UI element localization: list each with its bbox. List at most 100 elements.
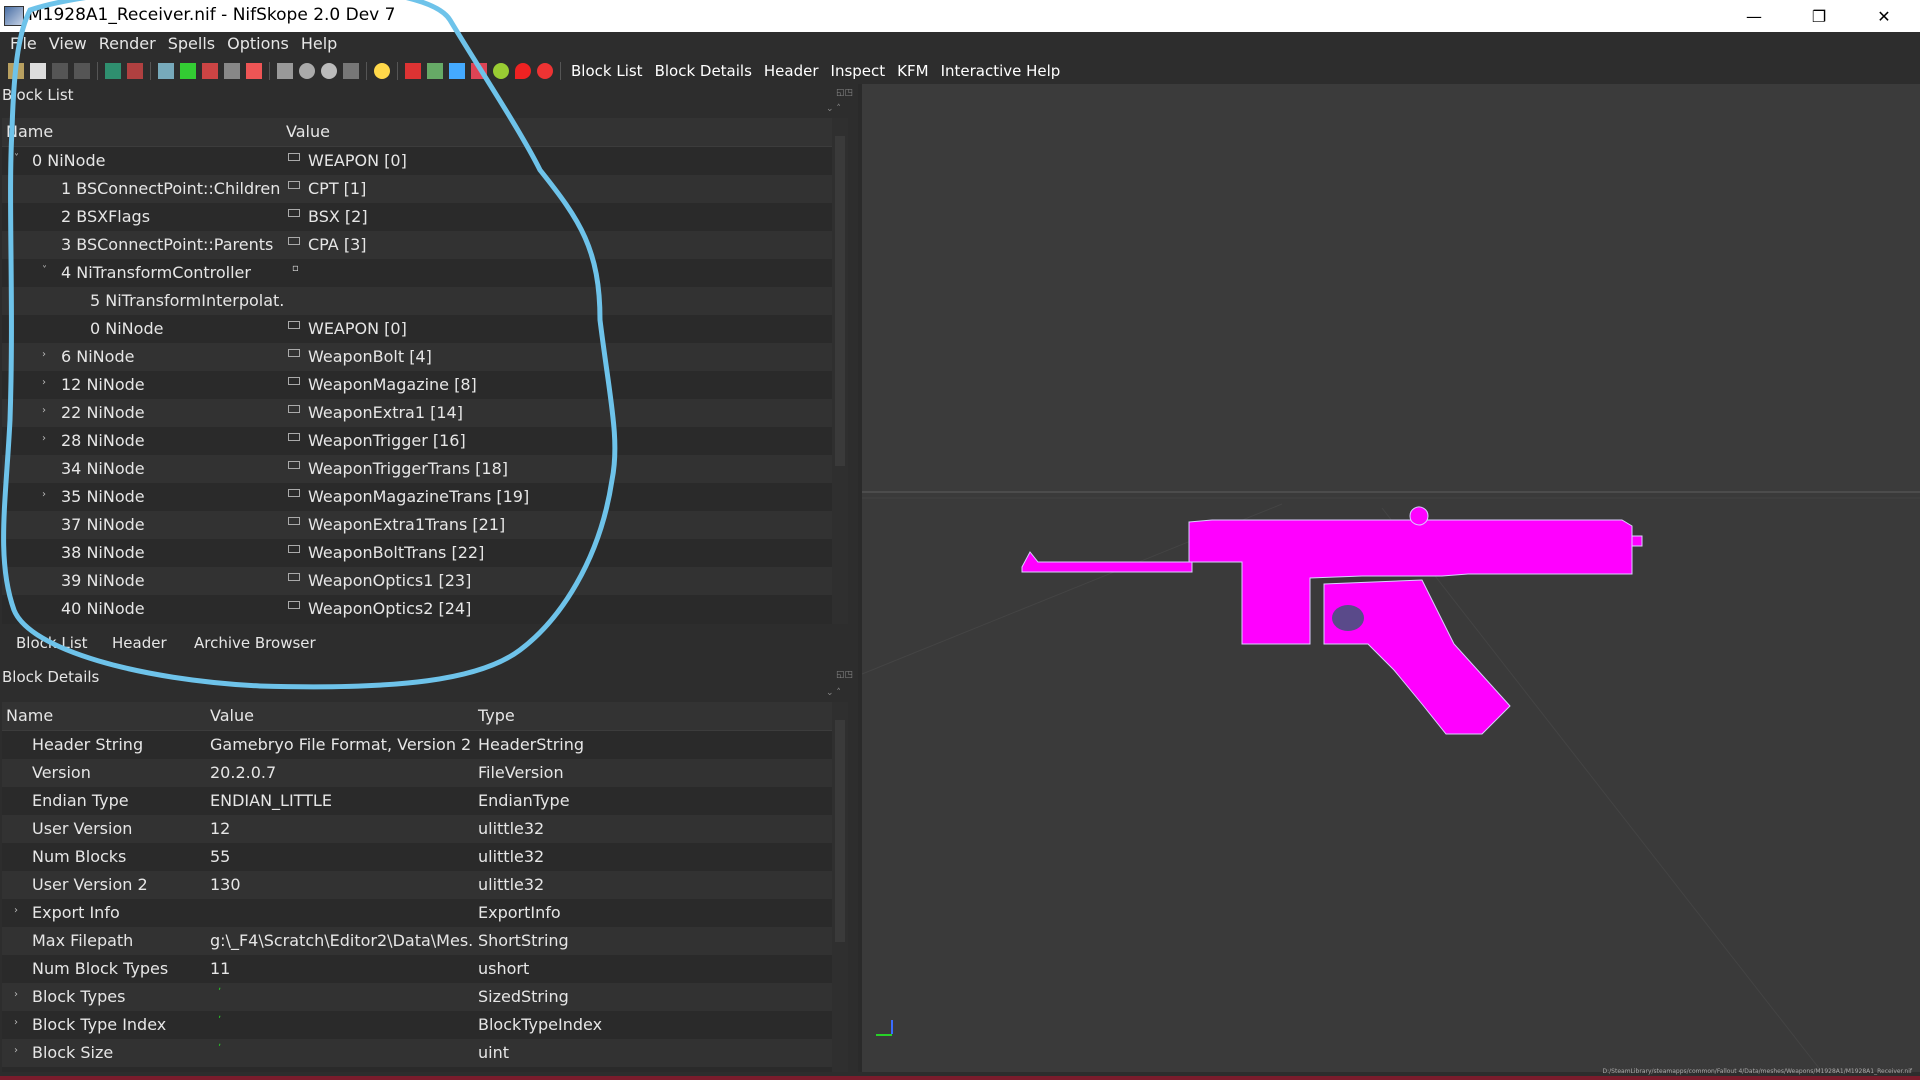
save-icon[interactable] xyxy=(30,63,46,79)
redo-icon[interactable] xyxy=(74,63,90,79)
block-list-tabs: Block List Header Archive Browser xyxy=(0,628,860,660)
tab-archive-browser[interactable]: Archive Browser xyxy=(194,634,316,652)
view-front-icon[interactable] xyxy=(158,63,174,79)
sort-icon[interactable]: ⌄ ˄ xyxy=(826,688,841,698)
detail-row[interactable]: Num Block Types 11 ushort xyxy=(2,955,832,983)
detail-row[interactable]: › Export Info ExportInfo xyxy=(2,899,832,927)
column-value[interactable]: Value xyxy=(210,706,254,725)
undo-icon[interactable] xyxy=(52,63,68,79)
load-icon[interactable] xyxy=(8,63,24,79)
menu-options[interactable]: Options xyxy=(221,32,295,56)
tree-row[interactable]: › 35 NiNode WeaponMagazineTrans [19] xyxy=(2,483,832,511)
menu-file[interactable]: File xyxy=(0,32,43,56)
tree-row[interactable]: ˅ 0 NiNode WEAPON [0] xyxy=(2,147,832,175)
detail-row[interactable]: Header String Gamebryo File Format, Vers… xyxy=(2,731,832,759)
toolbar-inspect[interactable]: Inspect xyxy=(825,62,892,80)
expand-arrow-icon[interactable]: › xyxy=(42,433,46,444)
render-viewport[interactable] xyxy=(862,84,1920,1072)
lighting-icon[interactable] xyxy=(374,63,390,79)
column-name[interactable]: Name xyxy=(6,706,53,725)
pin-icon[interactable] xyxy=(515,63,531,79)
node-icon xyxy=(288,349,300,357)
minimize-button[interactable]: — xyxy=(1724,0,1784,32)
maximize-button[interactable]: ❐ xyxy=(1789,0,1849,32)
detail-row[interactable]: › Block Types ʼ SizedString xyxy=(2,983,832,1011)
detail-row[interactable]: Endian Type ENDIAN_LITTLE EndianType xyxy=(2,787,832,815)
view-side-icon[interactable] xyxy=(180,63,196,79)
scrollbar-thumb[interactable] xyxy=(835,136,845,466)
toolbar-header[interactable]: Header xyxy=(758,62,825,80)
menu-render[interactable]: Render xyxy=(93,32,162,56)
column-value[interactable]: Value xyxy=(286,122,330,141)
detail-row[interactable]: Num Blocks 55 ulittle32 xyxy=(2,843,832,871)
window-title: M1928A1_Receiver.nif - NifSkope 2.0 Dev … xyxy=(28,5,396,25)
detail-row[interactable]: User Version 12 ulittle32 xyxy=(2,815,832,843)
detail-row[interactable]: Version 20.2.0.7 FileVersion xyxy=(2,759,832,787)
expand-arrow-icon[interactable]: › xyxy=(42,349,46,360)
toolbar-block-details[interactable]: Block Details xyxy=(649,62,758,80)
tree-row[interactable]: 1 BSConnectPoint::Children CPT [1] xyxy=(2,175,832,203)
detail-row[interactable]: Max Filepath g:\_F4\Scratch\Editor2\Data… xyxy=(2,927,832,955)
glow-icon[interactable] xyxy=(493,63,509,79)
tree-row[interactable]: 0 NiNode WEAPON [0] xyxy=(2,315,832,343)
dock-float-icon[interactable]: ◱◳ xyxy=(836,670,853,680)
sort-icon[interactable]: ⌄ ˄ xyxy=(826,104,841,114)
tree-row[interactable]: 38 NiNode WeaponBoltTrans [22] xyxy=(2,539,832,567)
expand-arrow-icon[interactable]: › xyxy=(14,905,18,916)
column-name[interactable]: Name xyxy=(6,122,53,141)
show-markers-icon[interactable] xyxy=(321,63,337,79)
detail-row[interactable]: User Version 2 130 ulittle32 xyxy=(2,871,832,899)
column-type[interactable]: Type xyxy=(478,706,515,725)
close-button[interactable]: ✕ xyxy=(1854,0,1914,32)
tree-row[interactable]: 34 NiNode WeaponTriggerTrans [18] xyxy=(2,455,832,483)
menu-view[interactable]: View xyxy=(43,32,93,56)
tree-row[interactable]: › 28 NiNode WeaponTrigger [16] xyxy=(2,427,832,455)
cubemap-icon[interactable] xyxy=(537,63,553,79)
show-nodes-icon[interactable] xyxy=(277,63,293,79)
tree-row[interactable]: 39 NiNode WeaponOptics1 [23] xyxy=(2,567,832,595)
menu-help[interactable]: Help xyxy=(295,32,343,56)
paint-icon[interactable] xyxy=(405,63,421,79)
menu-spells[interactable]: Spells xyxy=(162,32,221,56)
view-top-icon[interactable] xyxy=(202,63,218,79)
textures-icon[interactable] xyxy=(427,63,443,79)
controller-icon: ▫ xyxy=(292,263,299,274)
node-icon xyxy=(288,321,300,329)
tab-block-list[interactable]: Block List xyxy=(16,634,88,652)
toolbar-block-list[interactable]: Block List xyxy=(565,62,649,80)
show-hidden-icon[interactable] xyxy=(299,63,315,79)
expand-arrow-icon[interactable]: › xyxy=(14,1045,18,1056)
collapse-arrow-icon[interactable]: ˅ xyxy=(42,265,47,276)
dock-float-icon[interactable]: ◱◳ xyxy=(836,88,853,98)
tree-row[interactable]: 3 BSConnectPoint::Parents CPA [3] xyxy=(2,231,832,259)
show-axes-icon[interactable] xyxy=(343,63,359,79)
toolbar-kfm[interactable]: KFM xyxy=(891,62,934,80)
tab-header[interactable]: Header xyxy=(112,634,167,652)
expand-arrow-icon[interactable]: › xyxy=(14,989,18,1000)
refresh-icon[interactable] xyxy=(127,63,143,79)
toolbar-interactive-help[interactable]: Interactive Help xyxy=(935,62,1067,80)
select-icon[interactable] xyxy=(224,63,240,79)
tree-row[interactable]: ˅ 4 NiTransformController ▫ xyxy=(2,259,832,287)
detail-row[interactable]: › Block Type Index ʼ BlockTypeIndex xyxy=(2,1011,832,1039)
tree-row[interactable]: 2 BSXFlags BSX [2] xyxy=(2,203,832,231)
expand-arrow-icon[interactable]: › xyxy=(42,489,46,500)
detail-row[interactable]: › Block Size ʼ uint xyxy=(2,1039,832,1067)
vertex-colors-icon[interactable] xyxy=(449,63,465,79)
tree-row[interactable]: › 12 NiNode WeaponMagazine [8] xyxy=(2,371,832,399)
scrollbar-thumb[interactable] xyxy=(835,720,845,942)
block-details-scrollbar[interactable] xyxy=(832,702,848,1072)
tree-row[interactable]: › 22 NiNode WeaponExtra1 [14] xyxy=(2,399,832,427)
flip-icon[interactable] xyxy=(246,63,262,79)
expand-arrow-icon[interactable]: › xyxy=(14,1017,18,1028)
collapse-arrow-icon[interactable]: ˅ xyxy=(14,153,19,164)
tree-row[interactable]: 40 NiNode WeaponOptics2 [24] xyxy=(2,595,832,623)
expand-arrow-icon[interactable]: › xyxy=(42,377,46,388)
specular-icon[interactable] xyxy=(471,63,487,79)
reload-icon[interactable] xyxy=(105,63,121,79)
tree-row[interactable]: › 6 NiNode WeaponBolt [4] xyxy=(2,343,832,371)
tree-row[interactable]: 37 NiNode WeaponExtra1Trans [21] xyxy=(2,511,832,539)
block-list-scrollbar[interactable] xyxy=(832,118,848,624)
tree-row[interactable]: 5 NiTransformInterpolat... xyxy=(2,287,832,315)
expand-arrow-icon[interactable]: › xyxy=(42,405,46,416)
